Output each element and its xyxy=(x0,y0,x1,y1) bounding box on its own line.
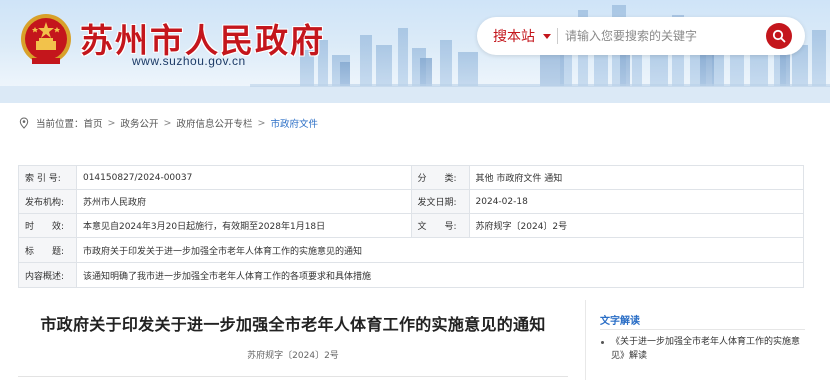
date-label: 发文日期: xyxy=(410,189,470,214)
location-pin-icon xyxy=(19,117,29,129)
breadcrumb-separator: > xyxy=(107,117,116,129)
table-row: 发布机构: 苏州市人民政府 发文日期: 2024-02-18 xyxy=(18,189,805,214)
search-input[interactable] xyxy=(565,25,755,47)
bullet-icon xyxy=(601,341,604,344)
article-divider xyxy=(18,376,568,377)
search-button[interactable] xyxy=(766,23,792,49)
breadcrumb-separator: > xyxy=(163,117,172,129)
breadcrumb-home[interactable]: 首页 xyxy=(84,116,103,130)
interpretation-divider xyxy=(600,329,805,330)
column-divider xyxy=(585,300,586,380)
validity-label: 时 效: xyxy=(18,213,77,238)
category-label: 分 类: xyxy=(410,165,470,190)
interpretation-heading: 文字解读 xyxy=(600,316,640,327)
title-label: 标 题: xyxy=(18,237,77,263)
interpretation-link-label: 《关于进一步加强全市老年人体育工作的实施意见》解读 xyxy=(611,337,801,361)
table-row: 内容概述: 该通知明确了我市进一步加强全市老年人体育工作的各项要求和具体措施 xyxy=(18,262,805,288)
doc-number-value: 苏府规字〔2024〕2号 xyxy=(468,213,805,238)
national-emblem-icon xyxy=(21,14,71,64)
article-doc-number: 苏府规字〔2024〕2号 xyxy=(247,351,339,361)
issuer-value: 苏州市人民政府 xyxy=(75,189,412,214)
search-scope-label: 搜本站 xyxy=(493,29,535,45)
index-value: 014150827/2024-00037 xyxy=(75,165,412,190)
validity-value: 本意见自2024年3月20日起施行，有效期至2028年1月18日 xyxy=(75,213,412,238)
issuer-label: 发布机构: xyxy=(18,189,77,214)
interpretation-link[interactable]: 《关于进一步加强全市老年人体育工作的实施意见》解读 xyxy=(600,335,810,363)
document-info-table: 索 引 号: 014150827/2024-00037 分 类: 其他 市政府文… xyxy=(18,165,805,288)
table-row: 索 引 号: 014150827/2024-00037 分 类: 其他 市政府文… xyxy=(18,165,805,190)
header-banner: 苏州市人民政府 www.suzhou.gov.cn 搜本站 xyxy=(0,0,830,103)
summary-label: 内容概述: xyxy=(18,262,77,288)
chevron-down-icon xyxy=(543,33,551,39)
table-row: 标 题: 市政府关于印发关于进一步加强全市老年人体育工作的实施意见的通知 xyxy=(18,237,805,263)
breadcrumb-municipal-documents[interactable]: 市政府文件 xyxy=(270,116,318,130)
breadcrumb: 当前位置： 首页 > 政务公开 > 政府信息公开专栏 > 市政府文件 xyxy=(18,116,318,130)
title-value: 市政府关于印发关于进一步加强全市老年人体育工作的实施意见的通知 xyxy=(75,237,805,263)
search-divider xyxy=(557,28,558,44)
category-value: 其他 市政府文件 通知 xyxy=(468,165,805,190)
breadcrumb-separator: > xyxy=(257,117,266,129)
search-icon xyxy=(772,29,786,43)
breadcrumb-government-affairs[interactable]: 政务公开 xyxy=(121,116,159,130)
site-url: www.suzhou.gov.cn xyxy=(132,54,246,68)
breadcrumb-prefix: 当前位置： xyxy=(36,119,84,130)
article-title: 市政府关于印发关于进一步加强全市老年人体育工作的实施意见的通知 xyxy=(40,315,546,334)
doc-number-label: 文 号: xyxy=(410,213,470,238)
table-row: 时 效: 本意见自2024年3月20日起施行，有效期至2028年1月18日 文 … xyxy=(18,213,805,238)
date-value: 2024-02-18 xyxy=(468,189,805,214)
summary-value: 该通知明确了我市进一步加强全市老年人体育工作的各项要求和具体措施 xyxy=(75,262,805,288)
search-bar: 搜本站 xyxy=(477,17,805,55)
breadcrumb-info-disclosure[interactable]: 政府信息公开专栏 xyxy=(176,116,252,130)
search-scope-dropdown[interactable]: 搜本站 xyxy=(493,26,551,46)
index-label: 索 引 号: xyxy=(18,165,77,190)
